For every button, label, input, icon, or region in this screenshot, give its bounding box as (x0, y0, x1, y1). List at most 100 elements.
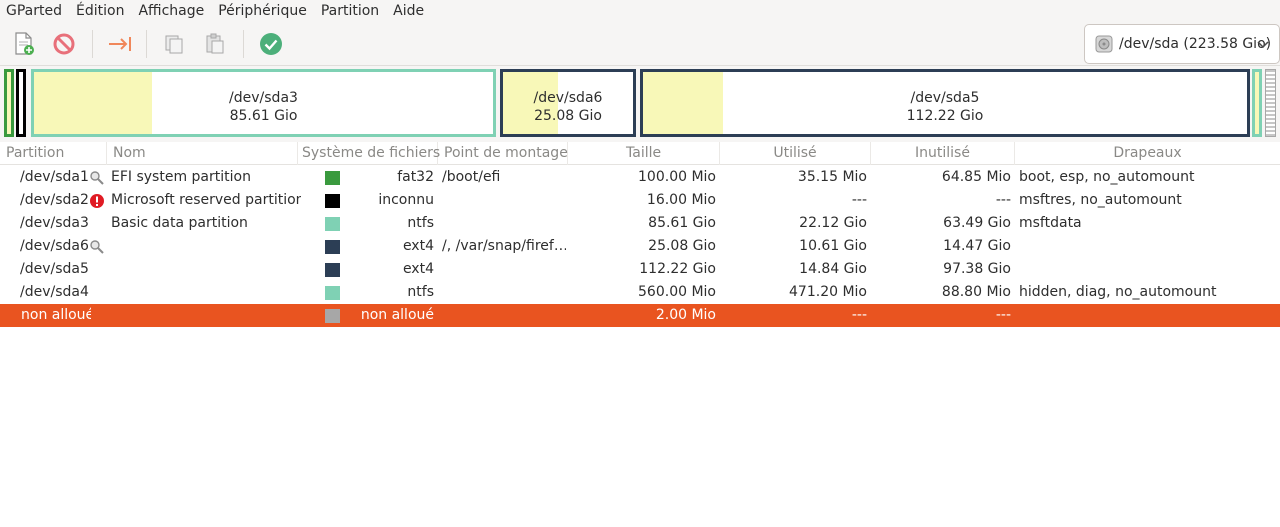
paste-button[interactable] (200, 30, 230, 58)
table-row[interactable]: /dev/sda2 Microsoft reserved partition inc… (0, 189, 1280, 212)
table-row[interactable]: non alloué non alloué 2.00 Mio --- --- (0, 304, 1280, 327)
cell-size: 25.08 Gio (648, 238, 716, 254)
table-row[interactable]: /dev/sda3 Basic data partition ntfs 85.61 G… (0, 212, 1280, 235)
cell-unused: 88.80 Mio (941, 284, 1011, 300)
column-header-mountpoint[interactable]: Point de montage (438, 142, 568, 165)
cell-filesystem: ntfs (407, 215, 434, 231)
cell-unused: --- (995, 192, 1011, 208)
map-partition-size: 112.22 Gio (906, 108, 984, 124)
cell-size: 16.00 Mio (646, 192, 716, 208)
resize-move-button[interactable] (105, 30, 135, 58)
cell-filesystem: ext4 (402, 261, 434, 277)
menu-edition[interactable]: Édition (69, 0, 131, 22)
cell-nom (111, 235, 301, 258)
table-header: Partition Nom Système de fichiers Point … (0, 142, 1280, 165)
map-unallocated[interactable] (1265, 69, 1276, 137)
map-partition-name: /dev/sda6 (533, 90, 603, 106)
cell-partition: /dev/sda4 (20, 284, 89, 300)
cell-partition: non alloué (21, 307, 91, 323)
map-partition-sda3[interactable]: /dev/sda3 85.61 Gio (31, 69, 496, 137)
cell-mountpoint: /, /var/snap/firef… (442, 238, 566, 254)
map-partition-sda6[interactable]: /dev/sda6 25.08 Gio (500, 69, 636, 137)
magnifier-key-icon (89, 170, 105, 186)
map-partition-sda5[interactable]: /dev/sda5 112.22 Gio (640, 69, 1250, 137)
cell-mountpoint (442, 258, 566, 281)
cell-partition: /dev/sda3 (20, 215, 89, 231)
column-header-nom[interactable]: Nom (107, 142, 298, 165)
map-partition-name: /dev/sda3 (229, 90, 298, 106)
checkmark-circle-icon (260, 33, 282, 55)
cell-partition: /dev/sda2 (20, 192, 89, 208)
menu-gparted[interactable]: GParted (0, 0, 69, 22)
apply-button[interactable] (256, 30, 286, 58)
table-row[interactable]: /dev/sda4 ntfs 560.00 Mio 471.20 Mio 88.80 M… (0, 281, 1280, 304)
cell-nom (111, 304, 301, 327)
map-partition-sda1[interactable] (4, 69, 14, 137)
cell-flags (1019, 304, 1277, 327)
filesystem-color-swatch (325, 309, 340, 323)
menu-aide[interactable]: Aide (386, 0, 431, 22)
cell-flags (1019, 235, 1277, 258)
copy-button[interactable] (159, 30, 189, 58)
map-partition-sda4[interactable] (1252, 69, 1262, 137)
column-header-unused[interactable]: Inutilisé (871, 142, 1015, 165)
cell-mountpoint (442, 212, 566, 235)
column-header-partition[interactable]: Partition (0, 142, 107, 165)
delete-partition-button[interactable] (49, 30, 79, 58)
device-selector[interactable]: /dev/sda (223.58 Gio) (1084, 24, 1280, 64)
partition-table: Partition Nom Système de fichiers Point … (0, 142, 1280, 527)
cell-unused: 63.49 Gio (943, 215, 1011, 231)
filesystem-color-swatch (325, 194, 340, 208)
toolbar-separator (243, 30, 244, 58)
cell-nom (111, 258, 301, 281)
table-row[interactable]: /dev/sda5 ext4 112.22 Gio 14.84 Gio 97.38 Gi… (0, 258, 1280, 281)
menu-partition[interactable]: Partition (314, 0, 386, 22)
cell-size: 112.22 Gio (639, 261, 716, 277)
cell-used: 10.61 Gio (799, 238, 867, 254)
map-partition-size: 25.08 Gio (534, 108, 602, 124)
chevron-down-icon (1257, 41, 1269, 49)
menu-affichage[interactable]: Affichage (131, 0, 211, 22)
menu-peripherique[interactable]: Périphérique (211, 0, 314, 22)
map-partition-name: /dev/sda5 (910, 90, 980, 106)
cell-size: 560.00 Mio (638, 284, 716, 300)
map-partition-size: 85.61 Gio (229, 108, 298, 124)
cell-used: --- (851, 192, 867, 208)
cell-filesystem: ext4 (402, 238, 434, 254)
filesystem-color-swatch (325, 263, 340, 277)
map-partition-sda2[interactable] (16, 69, 26, 137)
paste-icon (206, 33, 224, 54)
filesystem-color-swatch (325, 240, 340, 254)
cell-used: 35.15 Mio (797, 169, 867, 185)
table-row[interactable]: /dev/sda1 EFI system partition fat32/boot/… (0, 166, 1280, 189)
cell-mountpoint (442, 189, 566, 212)
cell-used: 22.12 Gio (799, 215, 867, 231)
cell-unused: 14.47 Gio (943, 238, 1011, 254)
column-header-filesystem[interactable]: Système de fichiers (298, 142, 440, 165)
cell-unused: 64.85 Mio (941, 169, 1011, 185)
cell-size: 85.61 Gio (648, 215, 716, 231)
filesystem-color-swatch (325, 286, 340, 300)
cell-flags (1019, 258, 1277, 281)
copy-icon (165, 35, 183, 54)
filesystem-color-swatch (325, 217, 340, 231)
column-header-size[interactable]: Taille (568, 142, 720, 165)
new-partition-button[interactable] (9, 30, 39, 58)
cell-mountpoint: /boot/efi (442, 169, 501, 185)
table-row[interactable]: /dev/sda6 ext4 /, /var/snap/firef… 25.08 Gi… (0, 235, 1280, 258)
toolbar-separator (146, 30, 147, 58)
column-header-used[interactable]: Utilisé (720, 142, 871, 165)
magnifier-key-icon (89, 239, 105, 255)
cell-flags: msftres, no_automount (1019, 192, 1182, 208)
cell-partition: /dev/sda6 (20, 238, 89, 254)
cell-nom: Microsoft reserved partition (111, 192, 301, 208)
cell-flags: msftdata (1019, 215, 1082, 231)
error-icon (89, 193, 105, 209)
cell-size: 100.00 Mio (638, 169, 716, 185)
cell-mountpoint (442, 304, 566, 327)
cell-filesystem: non alloué (360, 307, 434, 323)
cell-filesystem: ntfs (407, 284, 434, 300)
arrow-right-to-bar-icon (109, 37, 131, 51)
cell-partition: /dev/sda1 (20, 169, 89, 185)
column-header-flags[interactable]: Drapeaux (1015, 142, 1280, 165)
